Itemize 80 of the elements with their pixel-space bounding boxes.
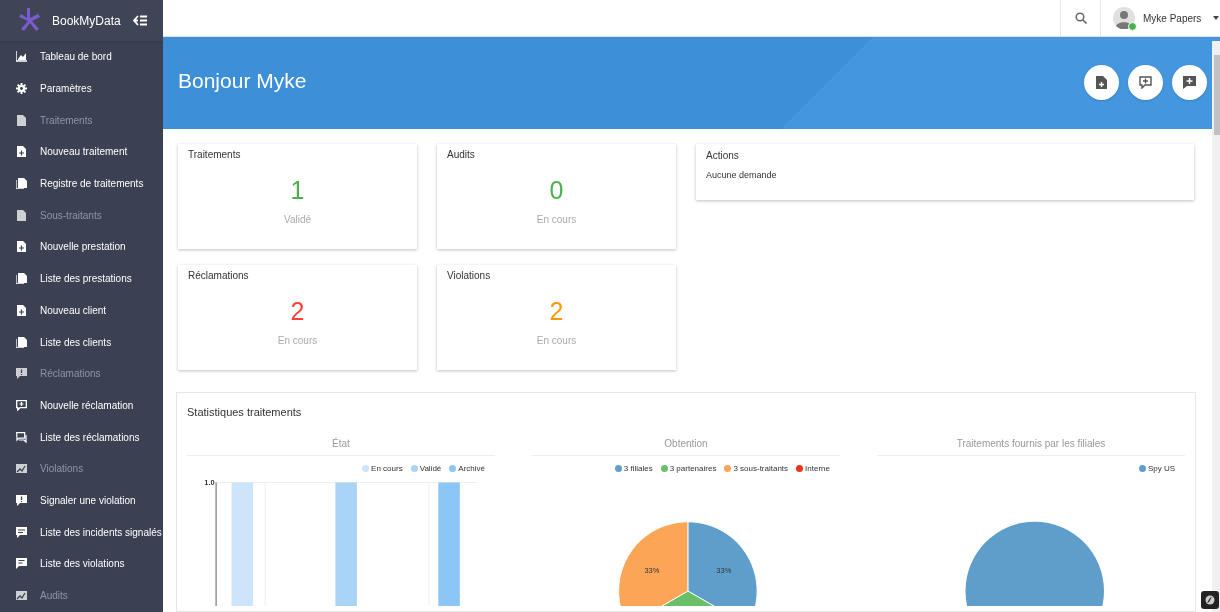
- stat-caption: En cours: [536, 334, 577, 348]
- axis-tick-label: 1.0: [204, 477, 215, 487]
- section-heading[interactable]: Violations: [0, 452, 163, 485]
- sidebar-item[interactable]: Liste des clients: [0, 326, 163, 358]
- stat-value: 1: [290, 175, 305, 205]
- document-plus-icon: [16, 241, 27, 253]
- legend-item: En cours: [362, 462, 403, 475]
- section-heading[interactable]: Réclamations: [0, 357, 163, 390]
- card-title: Violations: [447, 269, 491, 283]
- sidebar-item[interactable]: Nouvelle réclamation: [0, 389, 163, 422]
- section-heading[interactable]: Traitements: [0, 104, 163, 137]
- stat-value: 2: [290, 296, 305, 326]
- documents-icon: [16, 336, 27, 348]
- sidebar-item[interactable]: Signaler une violation: [0, 484, 163, 517]
- chat-plus-icon: [1183, 75, 1196, 89]
- legend-item: Interne: [796, 462, 830, 475]
- legend-label: 3 filiales: [623, 462, 653, 475]
- avatar-icon: [1113, 7, 1135, 30]
- document-plus-icon: [16, 304, 27, 316]
- data-label: 33%: [644, 565, 660, 575]
- chat-plus-icon: [1139, 75, 1152, 89]
- legend-item: Archivé: [449, 462, 485, 475]
- document-plus-icon: [1096, 75, 1107, 89]
- debug-toolbar-icon[interactable]: [1201, 591, 1219, 609]
- legend-item: Spy US: [1138, 462, 1175, 475]
- image-icon: [16, 590, 27, 602]
- logo-icon: [16, 7, 40, 34]
- card-title: Traitements: [188, 148, 241, 162]
- greeting-title: Bonjour Myke: [178, 68, 307, 95]
- documents-icon: [16, 178, 27, 190]
- collapse-menu-icon[interactable]: [133, 15, 147, 26]
- chart-icon: [16, 51, 27, 63]
- sidebar-item[interactable]: Nouveau client: [0, 294, 163, 327]
- sidebar-item[interactable]: Liste des violations: [0, 548, 163, 580]
- legend-label: Interne: [805, 462, 830, 475]
- sidebar-item[interactable]: Nouvelle prestation: [0, 231, 163, 263]
- chat-icon: [16, 526, 27, 538]
- document-icon: [16, 114, 27, 126]
- chat-alert-icon: [16, 368, 27, 380]
- document-plus-icon: [16, 146, 27, 158]
- legend-item: 3 filiales: [614, 462, 653, 475]
- stat-value: 2: [549, 296, 564, 326]
- sidebar-item[interactable]: Liste des réclamations: [0, 421, 163, 453]
- sidebar-item[interactable]: Registre de traitements: [0, 167, 163, 200]
- search-icon[interactable]: [1074, 12, 1087, 25]
- section-heading[interactable]: Sous-traitants: [0, 199, 163, 232]
- legend-label: Spy US: [1147, 462, 1175, 475]
- documents-icon: [16, 273, 27, 285]
- stat-caption: En cours: [277, 334, 318, 348]
- chat-icon: [16, 558, 27, 570]
- legend-item: Validé: [410, 462, 442, 475]
- image-icon: [16, 463, 27, 475]
- card-title: Audits: [447, 148, 475, 162]
- settings-icon: [16, 83, 27, 95]
- chart-title: Obtention: [532, 435, 840, 456]
- legend-item: 3 partenaires: [660, 462, 717, 475]
- user-menu[interactable]: Myke Papers: [1100, 0, 1220, 37]
- chats-icon: [16, 431, 27, 443]
- sidebar-item[interactable]: Paramètres: [0, 72, 163, 105]
- card-title: Réclamations: [188, 269, 249, 283]
- legend-label: 3 partenaires: [669, 462, 717, 475]
- panel-title: Statistiques traitements: [187, 405, 303, 420]
- card-title: Actions: [706, 149, 740, 163]
- brand-name: BookMyData: [52, 12, 121, 30]
- sidebar-item[interactable]: Liste des incidents signalés: [0, 516, 163, 548]
- chat-alert-icon: [16, 494, 27, 506]
- stat-value: 0: [549, 175, 564, 205]
- stat-caption: Validé: [283, 213, 312, 227]
- sidebar-item[interactable]: Nouveau traitement: [0, 136, 163, 168]
- chat-plus-icon: [16, 399, 27, 411]
- data-label: 33%: [716, 565, 732, 575]
- document-icon: [16, 209, 27, 221]
- chart-title: Traitements fournis par les filiales: [877, 435, 1185, 456]
- stat-caption: En cours: [536, 213, 577, 227]
- legend-item: 3 sous-traitants: [724, 462, 789, 475]
- caret-icon: [1213, 16, 1220, 21]
- sidebar-item[interactable]: Tableau de bord: [0, 41, 163, 73]
- empty-message: Aucune demande: [706, 169, 778, 182]
- chart-title: État: [187, 435, 495, 456]
- sidebar-item[interactable]: Liste des prestations: [0, 262, 163, 295]
